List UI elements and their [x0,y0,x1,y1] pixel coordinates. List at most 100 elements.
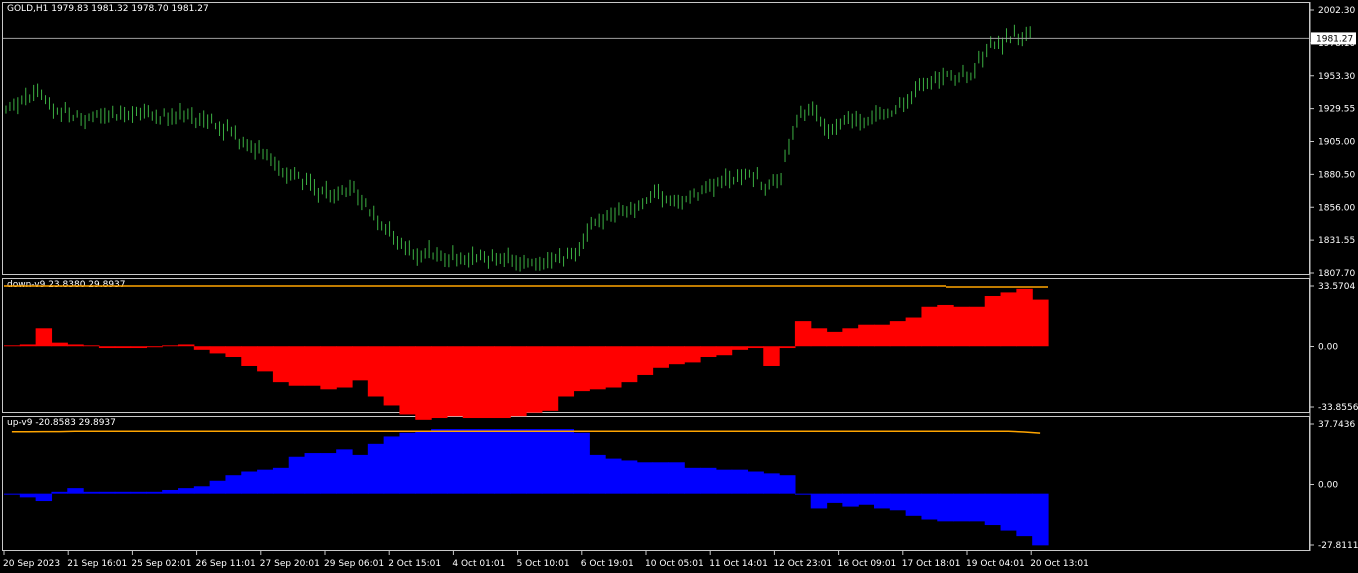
up-histogram-bar [589,454,606,494]
up-histogram-bar [4,493,21,495]
time-axis-label: 2 Oct 15:01 [388,559,441,569]
down-histogram-bar [984,295,1002,347]
up-histogram-bar [130,491,147,494]
down-histogram-bar [4,345,21,347]
down-histogram-bar [779,346,796,349]
down-histogram-bar [241,346,258,366]
up-histogram-bar [557,429,575,494]
up-histogram-bar [336,449,353,494]
down-histogram-bar [162,345,179,347]
time-axis-label: 4 Oct 01:01 [452,559,505,569]
down-histogram-bar [98,346,116,349]
price-axis-tick-label: 1929.55 [1318,105,1355,115]
down-axis-tick-label: -33.8556 [1318,403,1358,413]
price-axis-tick-label: 1953.30 [1318,72,1355,82]
time-axis-label: 17 Oct 18:01 [902,559,961,569]
up-histogram-bar [652,462,669,494]
price-axis-tick-label: 1880.50 [1318,170,1355,180]
up-histogram-bar [874,493,891,509]
up-histogram-bar [35,493,53,502]
up-histogram-bar [605,458,622,494]
down-histogram-bar [257,346,274,372]
up-histogram-bar [478,429,495,494]
down-histogram-bar [731,346,749,350]
up-histogram-bar [620,460,638,494]
chart-canvas: 2002.301978.101953.301929.551905.001880.… [3,2,1358,569]
down-histogram-bar [557,346,575,397]
down-histogram-bar [1032,299,1049,347]
up-histogram-bar [700,467,717,494]
down-histogram-bar [858,324,875,347]
down-histogram-bar [67,344,84,347]
up-histogram-bar [510,429,527,494]
up-histogram-bar [636,462,654,494]
up-histogram-bar [1016,493,1033,537]
time-axis-label: 26 Sep 11:01 [196,559,256,569]
up-histogram-bar [573,432,590,494]
down-histogram-bar [874,324,891,347]
up-histogram-bar [794,493,812,495]
up-histogram-bar [446,429,464,494]
time-axis-label: 5 Oct 10:01 [517,559,570,569]
up-histogram-bar [905,493,923,516]
down-histogram-bar [415,346,432,420]
up-axis-tick-label: 37.7436 [1318,420,1355,430]
up-histogram-bar [272,467,290,494]
down-histogram-bar [462,346,480,419]
down-histogram-bar [921,306,938,347]
up-histogram-bar [462,429,480,494]
up-histogram-bar [367,443,385,494]
price-axis-tick-label: 1856.00 [1318,203,1355,213]
up-histogram-bar [842,493,859,507]
down-histogram-bar [842,328,859,347]
up-histogram-bar [715,469,733,494]
down-histogram-bar [367,346,385,397]
time-axis-label: 20 Oct 13:01 [1030,559,1089,569]
down-histogram-bar [652,346,669,368]
down-histogram-bar [826,331,843,347]
up-histogram-bar [921,493,938,520]
down-histogram-bar [146,346,163,348]
down-histogram-bar [446,346,464,417]
up-histogram-bar [889,493,907,511]
up-histogram-bar [668,462,685,494]
down-histogram-bar [19,344,37,347]
price-axis-tick-label: 1831.55 [1318,236,1355,246]
up-histogram-bar [431,429,448,494]
up-histogram-bar [763,473,780,494]
up-histogram-bar [352,454,369,494]
up-histogram-bar [858,493,875,505]
up-histogram-bar [83,491,100,494]
down-histogram-bar [35,328,53,347]
up-histogram-bar [383,436,401,494]
down-histogram-bar [304,346,321,386]
down-axis-tick-label: 33.5704 [1318,282,1355,292]
time-axis-label: 19 Oct 04:01 [966,559,1025,569]
up-histogram-bar [209,480,227,494]
up-histogram-bar [193,486,211,494]
time-axis-label: 29 Sep 06:01 [324,559,384,569]
down-histogram-bar [589,346,606,390]
down-histogram-bar [526,346,543,413]
up-histogram-bar [826,493,843,503]
up-histogram-bar [731,469,749,494]
up-axis-tick-label: -27.8111 [1318,541,1358,551]
up-histogram-bar [98,491,116,494]
down-histogram-bar [83,345,100,347]
up-histogram-bar [684,467,701,494]
time-axis-label: 12 Oct 23:01 [773,559,832,569]
up-histogram-bar [968,493,986,522]
up-histogram-bar [241,471,258,494]
up-histogram-bar [51,491,68,494]
up-histogram-bar [304,453,321,494]
down-histogram-bar [968,306,986,347]
down-histogram-bar [399,346,416,415]
down-histogram-bar [288,346,306,386]
down-histogram-bar [494,346,511,419]
trading-chart-window: GOLD,H1 1979.83 1981.32 1978.70 1981.27 … [0,0,1358,573]
up-histogram-bar [288,456,306,494]
down-histogram-bar [431,346,448,419]
up-histogram-bar [953,493,970,522]
down-histogram-bar [684,346,701,363]
down-histogram-bar [889,321,907,347]
